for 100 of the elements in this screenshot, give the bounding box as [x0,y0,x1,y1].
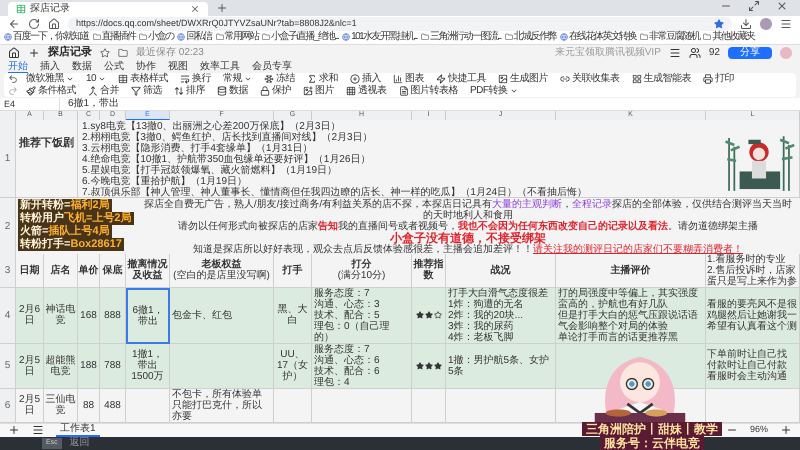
toolbar-select[interactable]: 10 [82,72,110,85]
toolbar-button[interactable]: 透视表 [342,84,390,97]
bookmark[interactable]: 百度一下，你就知道 [4,31,89,44]
bookmark[interactable]: 直播插件 [92,31,136,44]
toolbar-button[interactable]: 图片转表格 [394,84,462,97]
row-number: 5 [0,344,16,389]
toolbar-select[interactable]: 微软雅黑 [22,72,78,85]
star-icon[interactable] [100,48,110,58]
menu-icon[interactable] [780,18,792,30]
tool-icon [303,86,313,96]
bookmark[interactable]: 回私信 [177,31,212,44]
promo-overlay-text: 火箭=插队上号4局 [18,225,112,238]
folder-icon[interactable] [118,48,128,58]
menu-tab[interactable]: 公式 [104,61,124,72]
toolbar-button[interactable]: 合并 [84,84,123,97]
cell-reference[interactable]: E4 [0,98,60,110]
globe-icon [560,33,568,42]
note-line: 1.看服务时的专业 [707,254,786,265]
menu-tab[interactable]: 视图 [168,61,188,72]
tool-icon [217,86,227,96]
note-line: 蛋只是写上来作为参 [707,276,798,287]
toolbar-button[interactable]: 数据 [213,84,252,97]
bookmark[interactable]: 在线花体英文转换 [560,31,636,44]
row-number: 4 [0,288,16,344]
menu-tab[interactable]: 会员专享 [252,61,292,72]
new-tab-icon[interactable] [216,2,228,14]
toolbar-button[interactable]: 插入 [346,72,386,85]
toolbar-button[interactable]: 关联收集表 [556,72,624,85]
notice-text: 请勿以任何形式向被探店的店家告知我的直播间号或者视频号，我也不会因为任何东西改变自己的记录以及看法。请勿道德绑架主播 [177,220,759,232]
star-icon[interactable] [714,18,724,29]
toolbar-select[interactable]: PDF转换 [466,84,522,97]
tool-icon [498,74,508,84]
toolbar-button[interactable]: 图片 [299,84,338,97]
folder-icon [216,33,224,42]
toolbar-select[interactable]: 常规 [219,72,256,85]
caption-text: 服务号：云伴电竞 [600,436,704,450]
share-button[interactable]: 分享 [728,46,772,59]
table-cell[interactable]: 6撤1，带出 [126,288,170,344]
globe-icon [342,33,350,42]
bookmark[interactable]: 非常豆腐随机 [640,31,700,44]
tool-icon [398,86,408,96]
toolbar-button[interactable]: 打印 [699,72,738,85]
bookmark[interactable]: 101水友开黑挂机... [342,31,417,44]
menu-tab[interactable]: 协作 [136,61,156,72]
tool-icon [88,86,98,96]
toolbar-button[interactable]: 表格样式 [114,72,172,85]
zoom-in-icon[interactable] [780,424,792,436]
column-title: 撤离情况及收益 [126,254,170,288]
menu-tab[interactable]: 插入 [40,61,60,72]
promo-overlay-text: 转粉打手=Box28617 [18,238,124,251]
users-icon[interactable] [688,46,701,59]
menu-icon[interactable] [668,46,681,59]
tool-icon [560,74,570,84]
bookmark[interactable]: 小盒子ɩ直播_绝地... [262,31,338,44]
list-item: 7.叔顶俱乐部【神人管理、神人董事长、懂情商但任我四边瞭的店长、神一样的吃瓜】（1月24日）（不看抽后悔） [82,186,588,197]
formula-input[interactable]: 6撤1，带出 [60,98,128,110]
list-item: 1.sy8电竞【13撤0、出丽洲之心差200万保底】（2月3日） [82,120,342,132]
add-icon[interactable] [28,46,40,59]
toolbar-button[interactable]: 生成图片 [494,72,552,85]
profile-avatar[interactable] [760,18,772,30]
add-sheet-icon[interactable] [8,424,20,436]
toolbar-button[interactable]: 排序 [170,84,209,97]
toolbar-button[interactable]: 换行 [176,72,216,85]
toolbar-button[interactable]: 求和 [303,72,342,85]
tool-icon [174,86,184,96]
toolbar-button[interactable]: 筛选 [127,84,166,97]
toolbar-button[interactable]: 生成智能表 [628,72,696,85]
undo-icon[interactable] [8,74,18,84]
folder-icon [92,33,101,42]
bookmark[interactable]: 北城反作弊 [504,31,556,44]
list-item: 4.绝命电竞【10撤1、护航带350血包缘单还要好评】（1月26日） [82,154,372,165]
address-bar[interactable]: https://docs.qq.com/sheet/DWXRrQ0JTYVZsaUNr?tab=8808J2&nlc=1 [68,16,732,31]
browser-tab[interactable]: 探店记录 [8,2,208,16]
home-icon[interactable] [48,18,60,30]
folder-icon [504,33,513,42]
tab-title: 探店记录 [30,3,70,15]
back-label: 返回 [70,437,90,450]
toolbar-button[interactable]: 快捷工具 [432,72,490,85]
toolbar-button[interactable]: 冻结 [260,72,300,85]
close-icon[interactable] [776,0,788,12]
tool-icon [307,74,318,84]
reload-icon[interactable] [28,18,40,30]
menu-tab[interactable]: 效率工具 [200,61,240,72]
download-icon[interactable] [740,18,752,30]
sheet-list-icon[interactable] [32,424,44,436]
close-icon[interactable] [190,4,200,14]
bookmark[interactable]: 三角洲行动一图流... [420,31,501,44]
tool-icon [346,86,356,96]
toolbar-button[interactable]: 保护 [256,84,295,97]
toolbar-button[interactable]: 条件格式 [22,84,80,97]
bookmark[interactable]: 常用网站 [216,31,258,44]
maximize-icon[interactable] [748,0,760,12]
notice-text: 小盒子没有道德，不接受绑架 [390,232,546,244]
bookmark[interactable]: 小盒の [139,31,174,44]
notice-text: 探店全自费无广告，熟人/朋友/接过商务/有利益关系的店不探，本探店日记具有大量的主观判断，全程记录探店的全部体验，仅供结合测评当天当时的天时地利人和食用 [142,198,794,221]
menu-tab[interactable]: 数据 [72,61,92,72]
back-icon[interactable] [8,18,20,30]
home-icon[interactable] [8,46,20,59]
toolbar-button[interactable]: 图表 [389,72,428,85]
bookmark[interactable]: 其他收藏夹 [703,31,754,44]
